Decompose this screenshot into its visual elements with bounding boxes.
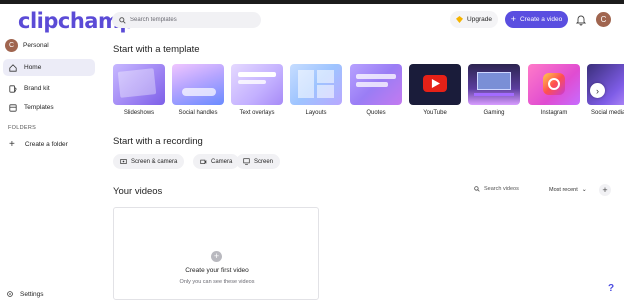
template-search-input[interactable] xyxy=(130,17,250,23)
record-label: Screen xyxy=(254,158,274,165)
home-icon xyxy=(9,63,17,72)
screen-camera-icon xyxy=(120,159,127,164)
template-card-youtube[interactable]: YouTube xyxy=(409,64,461,116)
recording-heading: Start with a recording xyxy=(113,136,203,147)
template-label: Social media xyxy=(591,110,624,116)
help-icon[interactable]: ? xyxy=(608,283,614,294)
sidebar-item-label: Brand kit xyxy=(24,85,50,92)
sidebar-item-label: Templates xyxy=(24,104,54,111)
record-camera-button[interactable]: Camera xyxy=(193,154,240,169)
record-label: Screen & camera xyxy=(131,158,178,165)
quotes-thumbnail xyxy=(350,64,402,105)
play-icon xyxy=(431,79,440,88)
layouts-thumbnail xyxy=(290,64,342,105)
template-label: Quotes xyxy=(366,110,386,116)
sidebar-item-label: Home xyxy=(24,64,42,71)
template-card-gaming[interactable]: Gaming xyxy=(468,64,520,116)
notifications-bell-icon[interactable] xyxy=(575,14,587,26)
template-label: Slideshows xyxy=(123,110,155,116)
sidebar-item-templates[interactable]: Templates xyxy=(3,99,95,116)
chevron-right-icon: › xyxy=(596,85,599,96)
settings-button[interactable]: Settings xyxy=(6,290,44,298)
youtube-thumbnail xyxy=(409,64,461,105)
search-icon xyxy=(119,16,126,24)
folders-section-label: FOLDERS xyxy=(8,125,37,131)
profile-switcher[interactable]: C Personal xyxy=(5,39,49,52)
create-folder-button[interactable]: + Create a folder xyxy=(3,136,95,153)
template-label: Instagram xyxy=(540,110,568,116)
empty-state-title: Create your first video xyxy=(185,267,249,274)
templates-next-button[interactable]: › xyxy=(590,83,605,98)
template-card-instagram[interactable]: Instagram xyxy=(528,64,580,116)
sort-label: Most recent xyxy=(549,186,578,193)
sort-dropdown[interactable]: Most recent ⌄ xyxy=(549,186,587,194)
template-card-text-overlays[interactable]: Text overlays xyxy=(231,64,283,116)
camera-icon xyxy=(200,159,207,164)
template-label: Layouts xyxy=(305,110,327,116)
template-label: Text overlays xyxy=(239,110,275,116)
create-folder-label: Create a folder xyxy=(24,141,68,148)
empty-state-subtitle: Only you can see these videos xyxy=(179,279,255,285)
record-screen-button[interactable]: Screen xyxy=(236,154,281,169)
diamond-icon xyxy=(456,16,464,23)
create-first-video-card[interactable]: + Create your first video Only you can s… xyxy=(113,207,319,300)
video-search[interactable]: Search videos xyxy=(474,186,519,192)
record-label: Camera xyxy=(211,158,233,165)
gaming-thumbnail xyxy=(468,64,520,105)
template-label: YouTube xyxy=(423,110,447,116)
create-video-button[interactable]: + Create a video xyxy=(505,11,568,28)
template-label: Social handles xyxy=(178,110,218,116)
templates-icon xyxy=(9,103,17,112)
gear-icon xyxy=(7,291,13,297)
template-card-layouts[interactable]: Layouts xyxy=(290,64,342,116)
template-search-box[interactable] xyxy=(112,12,261,28)
sidebar-item-brand-kit[interactable]: Brand kit xyxy=(3,80,95,97)
template-label: Gaming xyxy=(483,110,505,116)
templates-heading: Start with a template xyxy=(113,44,200,55)
window-top-strip xyxy=(0,0,624,4)
add-video-button[interactable]: + xyxy=(599,184,611,196)
text-overlays-thumbnail xyxy=(231,64,283,105)
plus-icon: + xyxy=(510,14,516,24)
upgrade-button[interactable]: Upgrade xyxy=(450,11,498,28)
instagram-thumbnail xyxy=(528,64,580,105)
template-card-quotes[interactable]: Quotes xyxy=(350,64,402,116)
social-handles-thumbnail xyxy=(172,64,224,105)
chevron-down-icon: ⌄ xyxy=(581,187,587,193)
settings-label: Settings xyxy=(20,290,44,298)
plus-icon: + xyxy=(602,185,608,195)
sidebar: C Personal Home Brand kit Templates FOLD… xyxy=(0,36,100,300)
upgrade-label: Upgrade xyxy=(467,16,492,23)
record-screen-camera-button[interactable]: Screen & camera xyxy=(113,154,185,169)
account-avatar[interactable]: C xyxy=(596,12,611,27)
profile-avatar: C xyxy=(5,39,18,52)
search-icon xyxy=(474,186,480,192)
slideshows-thumbnail xyxy=(113,64,165,105)
video-search-placeholder: Search videos xyxy=(484,186,519,192)
template-card-social-handles[interactable]: Social handles xyxy=(172,64,224,116)
create-video-label: Create a video xyxy=(519,16,563,23)
videos-heading: Your videos xyxy=(113,186,163,197)
plus-icon: + xyxy=(9,138,15,150)
profile-name: Personal xyxy=(23,42,49,49)
sidebar-item-home[interactable]: Home xyxy=(3,59,95,76)
template-card-slideshows[interactable]: Slideshows xyxy=(113,64,165,116)
brand-kit-icon xyxy=(9,84,17,93)
plus-circle-icon: + xyxy=(211,251,222,262)
screen-icon xyxy=(243,158,250,165)
